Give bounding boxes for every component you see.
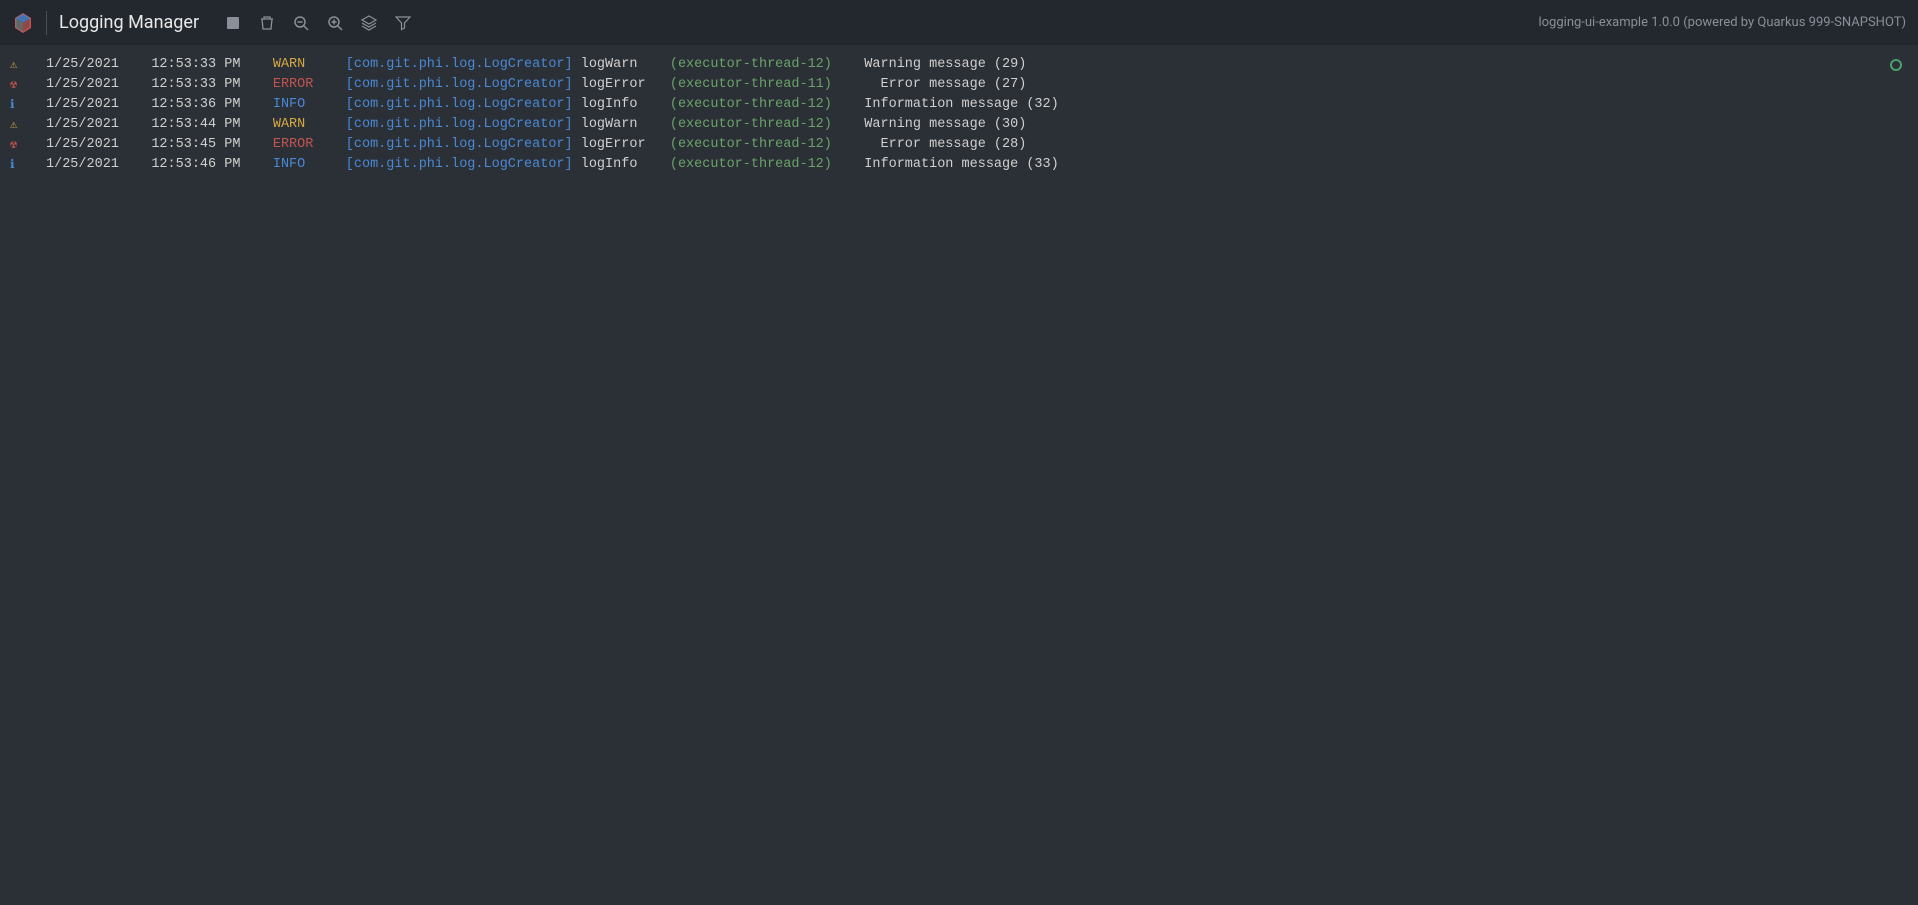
log-time: 12:53:45 PM <box>151 135 273 155</box>
zoom-in-button[interactable] <box>325 13 345 33</box>
log-row: ⚠1/25/2021 12:53:44 PM WARN [com.git.phi… <box>6 115 1912 135</box>
log-thread: (executor-thread-12) <box>670 95 864 115</box>
log-thread: (executor-thread-12) <box>670 135 864 155</box>
log-row: ☢1/25/2021 12:53:45 PM ERROR [com.git.ph… <box>6 135 1912 155</box>
log-message: Information message (32) <box>864 95 1058 115</box>
log-thread: (executor-thread-12) <box>670 55 864 75</box>
log-time: 12:53:36 PM <box>151 95 273 115</box>
log-level: INFO <box>273 155 346 175</box>
zoom-out-icon <box>293 15 309 31</box>
log-time: 12:53:44 PM <box>151 115 273 135</box>
log-date: 1/25/2021 <box>46 95 151 115</box>
log-message: Error message (28) <box>864 135 1026 155</box>
layers-icon <box>361 15 377 31</box>
log-level: WARN <box>273 55 346 75</box>
log-level-icon: ℹ <box>6 156 46 174</box>
log-method: logWarn <box>581 115 670 135</box>
zoom-out-button[interactable] <box>291 13 311 33</box>
log-source: [com.git.phi.log.LogCreator] <box>346 115 573 135</box>
filter-button[interactable] <box>393 13 413 33</box>
log-message: Information message (33) <box>864 155 1058 175</box>
zoom-in-icon <box>327 15 343 31</box>
log-row: ℹ1/25/2021 12:53:46 PM INFO [com.git.phi… <box>6 155 1912 175</box>
app-logo-icon <box>12 12 34 34</box>
log-level: INFO <box>273 95 346 115</box>
clear-button[interactable] <box>257 13 277 33</box>
log-source: [com.git.phi.log.LogCreator] <box>346 95 573 115</box>
log-thread: (executor-thread-12) <box>670 115 864 135</box>
filter-icon <box>395 15 411 31</box>
log-level: WARN <box>273 115 346 135</box>
log-thread: (executor-thread-11) <box>670 75 864 95</box>
header-left: Logging Manager <box>12 11 413 35</box>
stop-icon <box>225 15 241 31</box>
log-message: Warning message (29) <box>864 55 1026 75</box>
log-date: 1/25/2021 <box>46 155 151 175</box>
toolbar <box>223 13 413 33</box>
log-source: [com.git.phi.log.LogCreator] <box>346 55 573 75</box>
log-message: Error message (27) <box>864 75 1026 95</box>
log-row: ⚠1/25/2021 12:53:33 PM WARN [com.git.phi… <box>6 55 1912 75</box>
log-level-icon: ☢ <box>6 76 46 94</box>
log-thread: (executor-thread-12) <box>670 155 864 175</box>
log-method: logInfo <box>581 95 670 115</box>
app-version-status: logging-ui-example 1.0.0 (powered by Qua… <box>1538 15 1906 30</box>
log-date: 1/25/2021 <box>46 115 151 135</box>
log-time: 12:53:33 PM <box>151 75 273 95</box>
log-output: ⚠1/25/2021 12:53:33 PM WARN [com.git.phi… <box>0 45 1918 185</box>
log-source: [com.git.phi.log.LogCreator] <box>346 155 573 175</box>
log-level-icon: ⚠ <box>6 116 46 134</box>
header-bar: Logging Manager logging-ui-example 1.0.0… <box>0 0 1918 45</box>
log-level: ERROR <box>273 135 346 155</box>
app-title: Logging Manager <box>59 12 199 33</box>
log-method: logError <box>581 135 670 155</box>
layers-button[interactable] <box>359 13 379 33</box>
log-date: 1/25/2021 <box>46 55 151 75</box>
header-divider <box>46 11 47 35</box>
log-level: ERROR <box>273 75 346 95</box>
log-method: logWarn <box>581 55 670 75</box>
log-level-icon: ⚠ <box>6 56 46 74</box>
log-method: logInfo <box>581 155 670 175</box>
log-time: 12:53:33 PM <box>151 55 273 75</box>
log-date: 1/25/2021 <box>46 75 151 95</box>
trash-icon <box>259 15 275 31</box>
log-source: [com.git.phi.log.LogCreator] <box>346 135 573 155</box>
stop-button[interactable] <box>223 13 243 33</box>
log-row: ℹ1/25/2021 12:53:36 PM INFO [com.git.phi… <box>6 95 1912 115</box>
log-message: Warning message (30) <box>864 115 1026 135</box>
log-date: 1/25/2021 <box>46 135 151 155</box>
log-source: [com.git.phi.log.LogCreator] <box>346 75 573 95</box>
log-level-icon: ☢ <box>6 136 46 154</box>
log-method: logError <box>581 75 670 95</box>
log-time: 12:53:46 PM <box>151 155 273 175</box>
log-row: ☢1/25/2021 12:53:33 PM ERROR [com.git.ph… <box>6 75 1912 95</box>
log-area-wrapper: ⚠1/25/2021 12:53:33 PM WARN [com.git.phi… <box>0 45 1918 185</box>
connection-status-icon <box>1890 59 1902 71</box>
log-level-icon: ℹ <box>6 96 46 114</box>
